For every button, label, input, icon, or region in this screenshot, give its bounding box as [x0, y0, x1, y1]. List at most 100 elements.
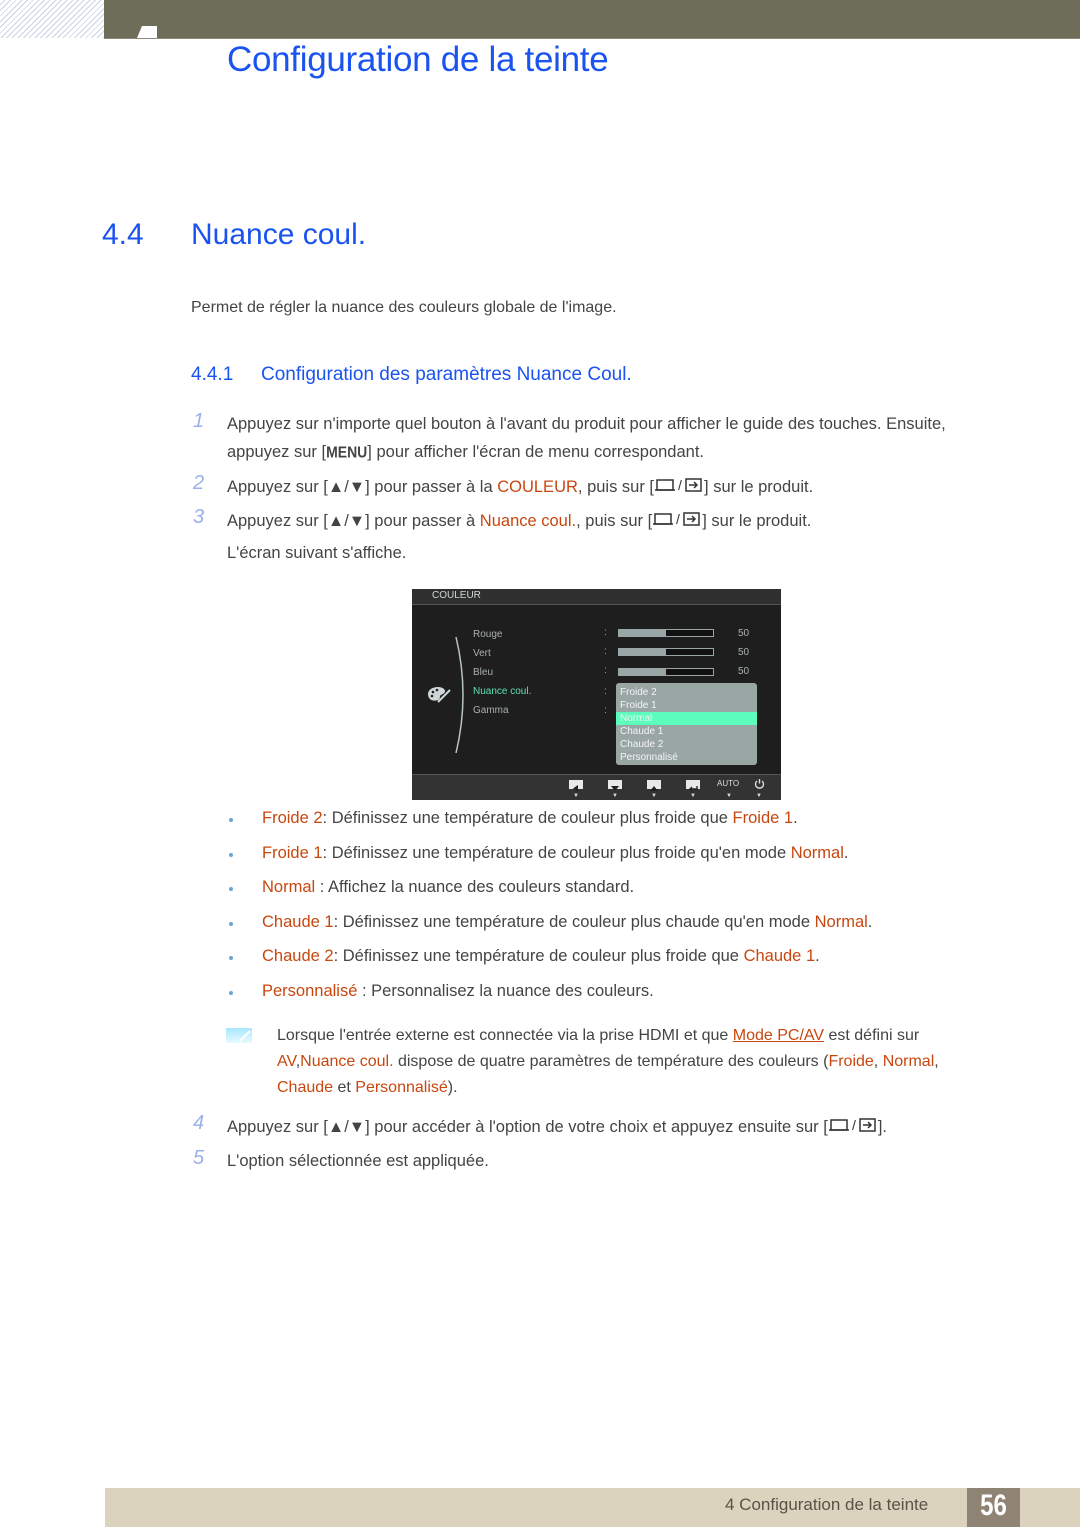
text: Définissez une température de couleur pl… [331, 809, 733, 827]
text: ] sur le produit. [704, 477, 814, 496]
ref: Normal [814, 913, 868, 931]
vert-slider[interactable] [618, 648, 714, 656]
text: Définissez une température de couleur pl… [342, 913, 815, 931]
text: ]. [877, 1117, 887, 1136]
term: Nuance coul. [300, 1053, 394, 1070]
osd-item-rouge[interactable]: Rouge [473, 629, 502, 640]
source-enter-key-icon: / [828, 1117, 878, 1138]
left-arrow-button[interactable] [569, 780, 583, 792]
header-hatch-decoration [0, 0, 104, 38]
page-number: 56 [980, 1489, 1007, 1522]
ref: Chaude 1 [743, 947, 816, 965]
svg-text:/: / [852, 1117, 856, 1133]
text: appuyez sur [ [227, 443, 327, 461]
osd-colon: : [604, 627, 607, 638]
osd-item-nuance-coul[interactable]: Nuance coul. [473, 686, 531, 697]
button-marker-icon: ▼ [612, 793, 618, 799]
text: dispose de quatre paramètres de températ… [393, 1053, 829, 1070]
text: Appuyez sur [ [227, 477, 328, 496]
term: Froide 2 [262, 809, 323, 827]
option-chaude-1[interactable]: Chaude 1 [620, 725, 757, 738]
vert-slider-fill [619, 649, 666, 655]
option-froide-2[interactable]: Froide 2 [620, 686, 757, 699]
step-number: 5 [193, 1147, 205, 1169]
bleu-slider[interactable] [618, 668, 714, 676]
subsection-title: Configuration des paramètres Nuance Coul… [261, 364, 632, 385]
rouge-slider[interactable] [618, 629, 714, 637]
text: ] pour passer à [365, 511, 480, 530]
text: est défini sur [824, 1027, 920, 1044]
note-line-3: Chaude et Personnalisé). [277, 1079, 458, 1097]
osd-item-bleu[interactable]: Bleu [473, 667, 493, 678]
text: ] sur le produit. [702, 511, 812, 530]
text: Personnalisez la nuance des couleurs. [371, 982, 654, 1000]
option-personnalise[interactable]: Personnalisé [620, 751, 757, 764]
term: Normal [262, 878, 316, 896]
term: Chaude 1 [262, 913, 334, 931]
up-arrow-button[interactable] [647, 780, 661, 791]
osd-item-gamma[interactable]: Gamma [473, 705, 509, 716]
option-normal-selected[interactable]: Normal [616, 712, 757, 725]
term: Personnalisé [262, 982, 358, 1000]
step-number: 1 [193, 410, 205, 432]
down-arrow-button[interactable] [608, 780, 622, 791]
bullet-icon [229, 991, 233, 995]
term: Personnalisé [355, 1079, 448, 1096]
bullet-icon [229, 956, 233, 960]
osd-colon: : [604, 646, 607, 657]
source-enter-key-icon: / [654, 477, 704, 498]
chapter-header-bar [104, 0, 1080, 39]
osd-colon: : [604, 705, 607, 716]
menu-key-label: MENU [326, 442, 368, 462]
text: : [333, 913, 343, 931]
section-title: Nuance coul. [191, 218, 367, 251]
bullet-icon [229, 818, 233, 822]
option-chaude-2[interactable]: Chaude 2 [620, 738, 757, 751]
bullet-froide-1: Froide 1: Définissez une température de … [262, 844, 849, 863]
text: Définissez une température de couleur pl… [331, 844, 791, 862]
term: Normal [882, 1053, 935, 1070]
text: , puis sur [ [577, 477, 655, 496]
mode-pc-av-link[interactable]: Mode PC/AV [733, 1027, 824, 1044]
osd-title-bar: COULEUR [412, 589, 781, 605]
text: , [873, 1053, 883, 1070]
bullet-froide-2: Froide 2: Définissez une température de … [262, 809, 798, 828]
svg-text:/: / [678, 477, 682, 493]
term: AV [277, 1053, 296, 1070]
osd-item-vert[interactable]: Vert [473, 648, 491, 659]
text: . [867, 913, 873, 931]
osd-title: COULEUR [432, 590, 481, 601]
text: . [793, 809, 798, 827]
enter-button[interactable] [686, 780, 700, 792]
term: Chaude 2 [262, 947, 334, 965]
text: : [357, 982, 372, 1000]
text: , puis sur [ [576, 511, 653, 530]
step-1-line-1: Appuyez sur n'importe quel bouton à l'av… [227, 415, 946, 433]
step-5-text: L'option sélectionnée est appliquée. [227, 1152, 489, 1170]
text: et [333, 1079, 356, 1096]
palette-icon [428, 686, 451, 703]
subsection-number: 4.4.1 [191, 364, 234, 385]
option-froide-1[interactable]: Froide 1 [620, 699, 757, 712]
power-icon[interactable] [754, 778, 765, 789]
button-marker-icon: ▼ [651, 793, 657, 799]
note-line-2: AV, Nuance coul. dispose de quatre paramè… [277, 1053, 939, 1071]
step-2-text: Appuyez sur [▲/▼] pour passer à la COULE… [227, 477, 813, 498]
section-intro: Permet de régler la nuance des couleurs … [191, 299, 617, 316]
page-footer [105, 1488, 1080, 1527]
bullet-icon [229, 922, 233, 926]
bullet-personnalise: Personnalisé : Personnalisez la nuance d… [262, 982, 654, 1001]
text: ] pour accéder à l'option de votre choix… [365, 1117, 828, 1136]
ref: Froide 1 [732, 809, 794, 827]
text: : [322, 844, 332, 862]
up-down-arrow-keys-icon: ▲/▼ [327, 1117, 366, 1136]
term: Chaude [277, 1079, 334, 1096]
bullet-chaude-1: Chaude 1: Définissez une température de … [262, 913, 872, 932]
text: Appuyez sur [ [227, 511, 328, 530]
text: . [815, 947, 820, 965]
rouge-slider-fill [619, 630, 666, 636]
bullet-chaude-2: Chaude 2: Définissez une température de … [262, 947, 820, 966]
text: Appuyez sur [ [227, 1117, 328, 1136]
ref: Normal [790, 844, 844, 862]
auto-button[interactable]: AUTO [717, 779, 739, 788]
